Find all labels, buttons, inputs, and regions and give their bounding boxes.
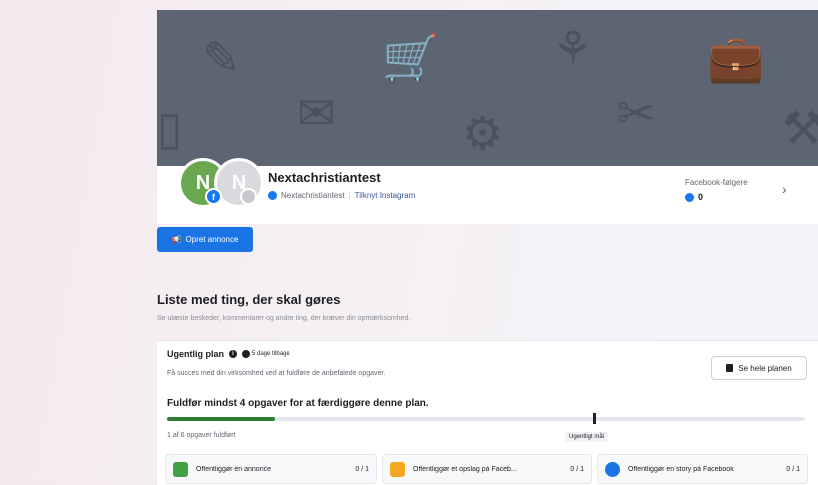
progress-bar xyxy=(167,417,805,421)
task-count: 0 / 1 xyxy=(786,465,800,473)
clock-icon xyxy=(242,350,250,358)
facebook-icon xyxy=(268,191,277,200)
receipt-icon: ✂ xyxy=(617,86,656,140)
story-icon xyxy=(605,461,620,477)
facebook-icon xyxy=(685,192,694,202)
completed-count: 1 af 6 opgaver fuldført xyxy=(167,432,236,439)
task-card[interactable]: Offentliggør et opslag på Faceb... 0 / 1 xyxy=(382,454,592,484)
goal-marker xyxy=(593,413,596,424)
instagram-icon xyxy=(240,188,257,205)
days-left-badge: 5 dage tilbage xyxy=(242,350,290,358)
progress-fill xyxy=(167,417,276,421)
cover-photo: ✎ 🛒 ⚘ 💼 ▯ ✉ ⚙ ✂ ⚒ xyxy=(157,10,818,166)
ad-icon xyxy=(173,461,188,477)
weekly-goal-label: Ugentligt mål xyxy=(565,432,609,442)
page-accounts: Nextachristiantest | Tilknyt Instagram xyxy=(268,191,415,200)
todo-title: Liste med ting, der skal gøres xyxy=(157,292,341,307)
post-icon xyxy=(390,461,405,477)
facebook-icon: f xyxy=(205,188,222,205)
task-label: Offentliggør et opslag på Faceb... xyxy=(413,465,517,473)
task-count: 0 / 1 xyxy=(570,465,584,473)
info-icon[interactable]: i xyxy=(229,350,237,358)
facebook-handle[interactable]: Nextachristiantest xyxy=(281,191,345,200)
wrench-icon: ⚒ xyxy=(782,101,818,155)
calendar-icon xyxy=(726,364,734,372)
create-ad-button[interactable]: 📢 Opret annonce xyxy=(157,227,253,252)
see-plan-button[interactable]: Se hele planen xyxy=(711,356,807,380)
task-label: Offentliggør en story på Facebook xyxy=(628,465,734,473)
chevron-right-icon[interactable]: › xyxy=(782,181,787,197)
tag-icon: ✉ xyxy=(297,86,336,140)
plan-header: Ugentlig plan i 5 dage tilbage xyxy=(167,349,290,359)
followers-label: Facebook-følgere xyxy=(685,178,748,187)
plan-title: Ugentlig plan xyxy=(167,349,224,359)
task-card[interactable]: Offentliggør én annonce 0 / 1 xyxy=(165,454,377,484)
connect-instagram-link[interactable]: Tilknyt Instagram xyxy=(355,191,416,200)
cart-icon: 🛒 xyxy=(382,31,440,85)
camera-icon: ⚙ xyxy=(462,106,504,160)
briefcase-icon: 💼 xyxy=(707,31,765,85)
task-card[interactable]: Offentliggør en story på Facebook 0 / 1 xyxy=(597,454,808,484)
goal-text: Fuldfør mindst 4 opgaver for at færdiggø… xyxy=(167,398,429,409)
followers-count[interactable]: 0 xyxy=(685,192,703,202)
task-label: Offentliggør én annonce xyxy=(196,465,271,473)
todo-subtitle: Se ulæste beskeder, kommentarer og andre… xyxy=(157,315,411,322)
instagram-avatar[interactable]: N xyxy=(214,158,264,208)
page-name: Nextachristiantest xyxy=(268,170,381,185)
separator: | xyxy=(348,191,351,200)
task-count: 0 / 1 xyxy=(355,465,369,473)
megaphone-icon: 📢 xyxy=(171,235,182,244)
plan-description: Få succes med din virksomhed ved at fuld… xyxy=(167,370,386,377)
bowling-icon: ⚘ xyxy=(552,21,594,75)
book-icon: ▯ xyxy=(157,101,183,155)
brush-icon: ✎ xyxy=(202,31,241,85)
